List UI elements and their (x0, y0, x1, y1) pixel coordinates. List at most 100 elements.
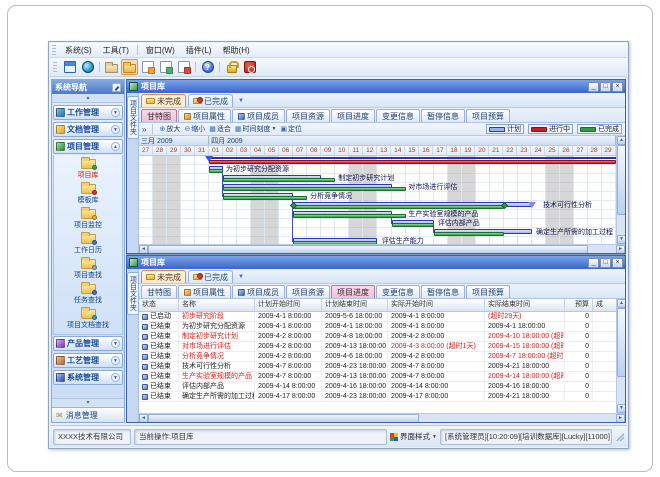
scroll-thumb[interactable] (617, 145, 625, 215)
table-window-minimize-button[interactable]: _ (588, 258, 599, 268)
sidebar-item-project-monitor[interactable]: 项目监控 (54, 207, 122, 232)
sidebar-group-product-mgmt[interactable]: 产品管理▼ (53, 336, 123, 351)
sidebar-item-project-doc-search[interactable]: 项目文档查找 (54, 307, 122, 332)
summary-inprogress-bar[interactable] (209, 160, 616, 164)
lock-button[interactable] (223, 59, 240, 75)
sidebar-group-system-mgmt[interactable]: 系统管理▼ (53, 370, 123, 385)
sidebar-group-project-mgmt[interactable]: 项目管理▲ (53, 139, 123, 154)
chevron-down-icon[interactable]: ▼ (235, 98, 247, 104)
task-done-bar[interactable] (209, 169, 223, 173)
gantt-window-folder-tab-unfinished[interactable]: 未完成 (141, 94, 186, 107)
form-button[interactable] (61, 59, 78, 75)
chevron-down-icon[interactable]: ▼ (111, 125, 120, 134)
menu-item-tools[interactable]: 工具(T) (98, 44, 134, 57)
scroll-left-arrow[interactable]: ◄ (139, 414, 148, 422)
table-vertical-scrollbar[interactable]: ▲▼ (616, 299, 625, 413)
report-edit-button[interactable] (157, 59, 174, 75)
table-window-tab-properties[interactable]: 项目属性 (178, 285, 231, 298)
table-row[interactable]: 已结束确定生产所需的加工过程2009-4-17 8:00:002009-4-23… (139, 392, 616, 402)
gantt-window-tab-resources[interactable]: 项目资源 (286, 109, 330, 122)
sidebar-group-work-mgmt[interactable]: 工作管理▼ (53, 105, 123, 120)
report-new-button[interactable] (139, 59, 156, 75)
task-done-bar[interactable] (293, 241, 377, 244)
table-window-close-button[interactable]: × (612, 258, 623, 268)
globe-button[interactable] (79, 59, 96, 75)
task-done-bar[interactable] (223, 178, 335, 182)
sidebar-item-template-library[interactable]: 模板库 (54, 182, 122, 207)
gantt-window-tab-budget[interactable]: 项目预算 (466, 109, 510, 122)
folder-open-button[interactable] (121, 59, 138, 75)
folder-closed-button[interactable] (103, 59, 120, 75)
table-row[interactable]: 已结束制定初步研究计划2009-4-2 8:00:002009-4-8 18:0… (139, 332, 616, 342)
ui-style-dropdown[interactable]: 界面样式 ▼ (390, 431, 437, 442)
table-window-tab-pauses[interactable]: 暂停信息 (421, 285, 465, 298)
sidebar-group-doc-mgmt[interactable]: 文档管理▼ (53, 122, 123, 137)
chevron-down-icon[interactable]: ▼ (111, 373, 120, 382)
table-window-folder-tab-finished[interactable]: 已完成 (188, 270, 233, 283)
sidebar-collapse-strip[interactable]: ▴ (52, 94, 124, 103)
column-header-状态[interactable]: 状态 (139, 299, 179, 311)
resize-grip[interactable] (615, 432, 624, 441)
column-header-成[interactable]: 成 (593, 299, 616, 311)
chevron-down-icon[interactable]: ▼ (235, 274, 247, 280)
exit-button[interactable] (241, 59, 258, 75)
locate-button[interactable]: ▣定位 (280, 124, 302, 134)
scroll-down-arrow[interactable]: ▼ (617, 235, 625, 244)
task-done-bar[interactable] (223, 196, 307, 200)
scroll-track[interactable] (617, 145, 625, 235)
gantt-window-titlebar[interactable]: 项目库 _□× (127, 80, 625, 93)
gantt-window-maximize-button[interactable]: □ (600, 82, 611, 92)
scroll-thumb[interactable] (148, 245, 588, 253)
gantt-window-tab-properties[interactable]: 项目属性 (178, 109, 231, 122)
help-button[interactable]: ? (199, 59, 216, 75)
sidebar-item-project-search[interactable]: 项目查找 (54, 257, 122, 282)
scroll-right-arrow[interactable]: ► (616, 414, 625, 422)
table-window-titlebar[interactable]: 项目库 _□× (127, 256, 625, 269)
task-done-bar[interactable] (293, 214, 405, 218)
menu-item-system[interactable]: 系统(S) (60, 44, 97, 57)
project-folder-side-tab-bottom[interactable]: 项目文件夹 (127, 269, 139, 422)
table-window-folder-tab-unfinished[interactable]: 未完成 (141, 270, 186, 283)
table-row[interactable]: 已结束评估内部产品2009-4-14 8:00:002009-4-16 18:0… (139, 382, 616, 392)
table-row[interactable]: 已启动初步研究阶段2009-4-1 8:00:002009-5-6 18:00:… (139, 312, 616, 322)
chevron-down-icon[interactable]: ▼ (111, 356, 120, 365)
scroll-up-arrow[interactable]: ▲ (617, 136, 625, 145)
table-window-tab-budget[interactable]: 项目预算 (466, 285, 510, 298)
table-window-tab-changes[interactable]: 变更信息 (376, 285, 420, 298)
task-done-bar[interactable] (392, 223, 434, 227)
gantt-window-close-button[interactable]: × (612, 82, 623, 92)
scroll-thumb[interactable] (617, 308, 625, 377)
chevron-down-icon[interactable]: ▼ (111, 339, 120, 348)
menu-item-window[interactable]: 窗口(W) (141, 44, 180, 57)
scroll-down-arrow[interactable]: ▼ (617, 404, 625, 413)
task-done-bar[interactable] (223, 187, 405, 191)
report-delete-button[interactable] (175, 59, 192, 75)
zoom-in-button[interactable]: ⊕放大 (159, 124, 180, 134)
sidebar-tab-message-mgmt[interactable]: ✉ 消息管理 (52, 407, 124, 422)
fit-button[interactable]: ▦适合 (209, 124, 231, 134)
chevron-up-icon[interactable]: ▲ (111, 142, 120, 151)
column-header-预算[interactable]: 预算 (565, 299, 593, 311)
column-header-计划结束时间[interactable]: 计划结束时间 (322, 299, 388, 311)
table-row[interactable]: 已结束技术可行性分析2009-4-7 8:00:002009-4-23 18:0… (139, 362, 616, 372)
table-row[interactable]: 已结束为初步研究分配资源2009-4-1 8:00:002009-4-1 18:… (139, 322, 616, 332)
table-row[interactable]: 已结束对市场进行评估2009-4-2 8:00:002009-4-13 18:0… (139, 342, 616, 352)
task-done-bar[interactable] (293, 205, 503, 209)
scroll-track[interactable] (148, 245, 616, 253)
table-window-maximize-button[interactable]: □ (600, 258, 611, 268)
table-window-tab-progress[interactable]: 项目进度 (331, 285, 375, 298)
summary-plan-bar[interactable] (209, 157, 616, 159)
sidebar-item-task-search[interactable]: 任务查找 (54, 282, 122, 307)
column-header-名称[interactable]: 名称 (179, 299, 255, 311)
zoom-out-button[interactable]: ⊖缩小 (184, 124, 205, 134)
gantt-window-tab-pauses[interactable]: 暂停信息 (421, 109, 465, 122)
table-row[interactable]: 已结束生产实验室规模的产品2009-4-7 8:00:002009-4-13 1… (139, 372, 616, 382)
table-window-tab-members[interactable]: 项目成员 (232, 285, 285, 298)
gantt-window-tab-progress[interactable]: 项目进度 (331, 109, 375, 122)
table-window-tab-gantt[interactable]: 甘特图 (141, 285, 177, 298)
column-header-实际开始时间[interactable]: 实际开始时间 (388, 299, 485, 311)
timescale-button[interactable]: ▦时间刻度▼ (235, 124, 277, 134)
column-header-实际结束时间[interactable]: 实际结束时间 (485, 299, 565, 311)
gantt-window-tab-changes[interactable]: 变更信息 (376, 109, 420, 122)
column-header-计划开始时间[interactable]: 计划开始时间 (255, 299, 322, 311)
